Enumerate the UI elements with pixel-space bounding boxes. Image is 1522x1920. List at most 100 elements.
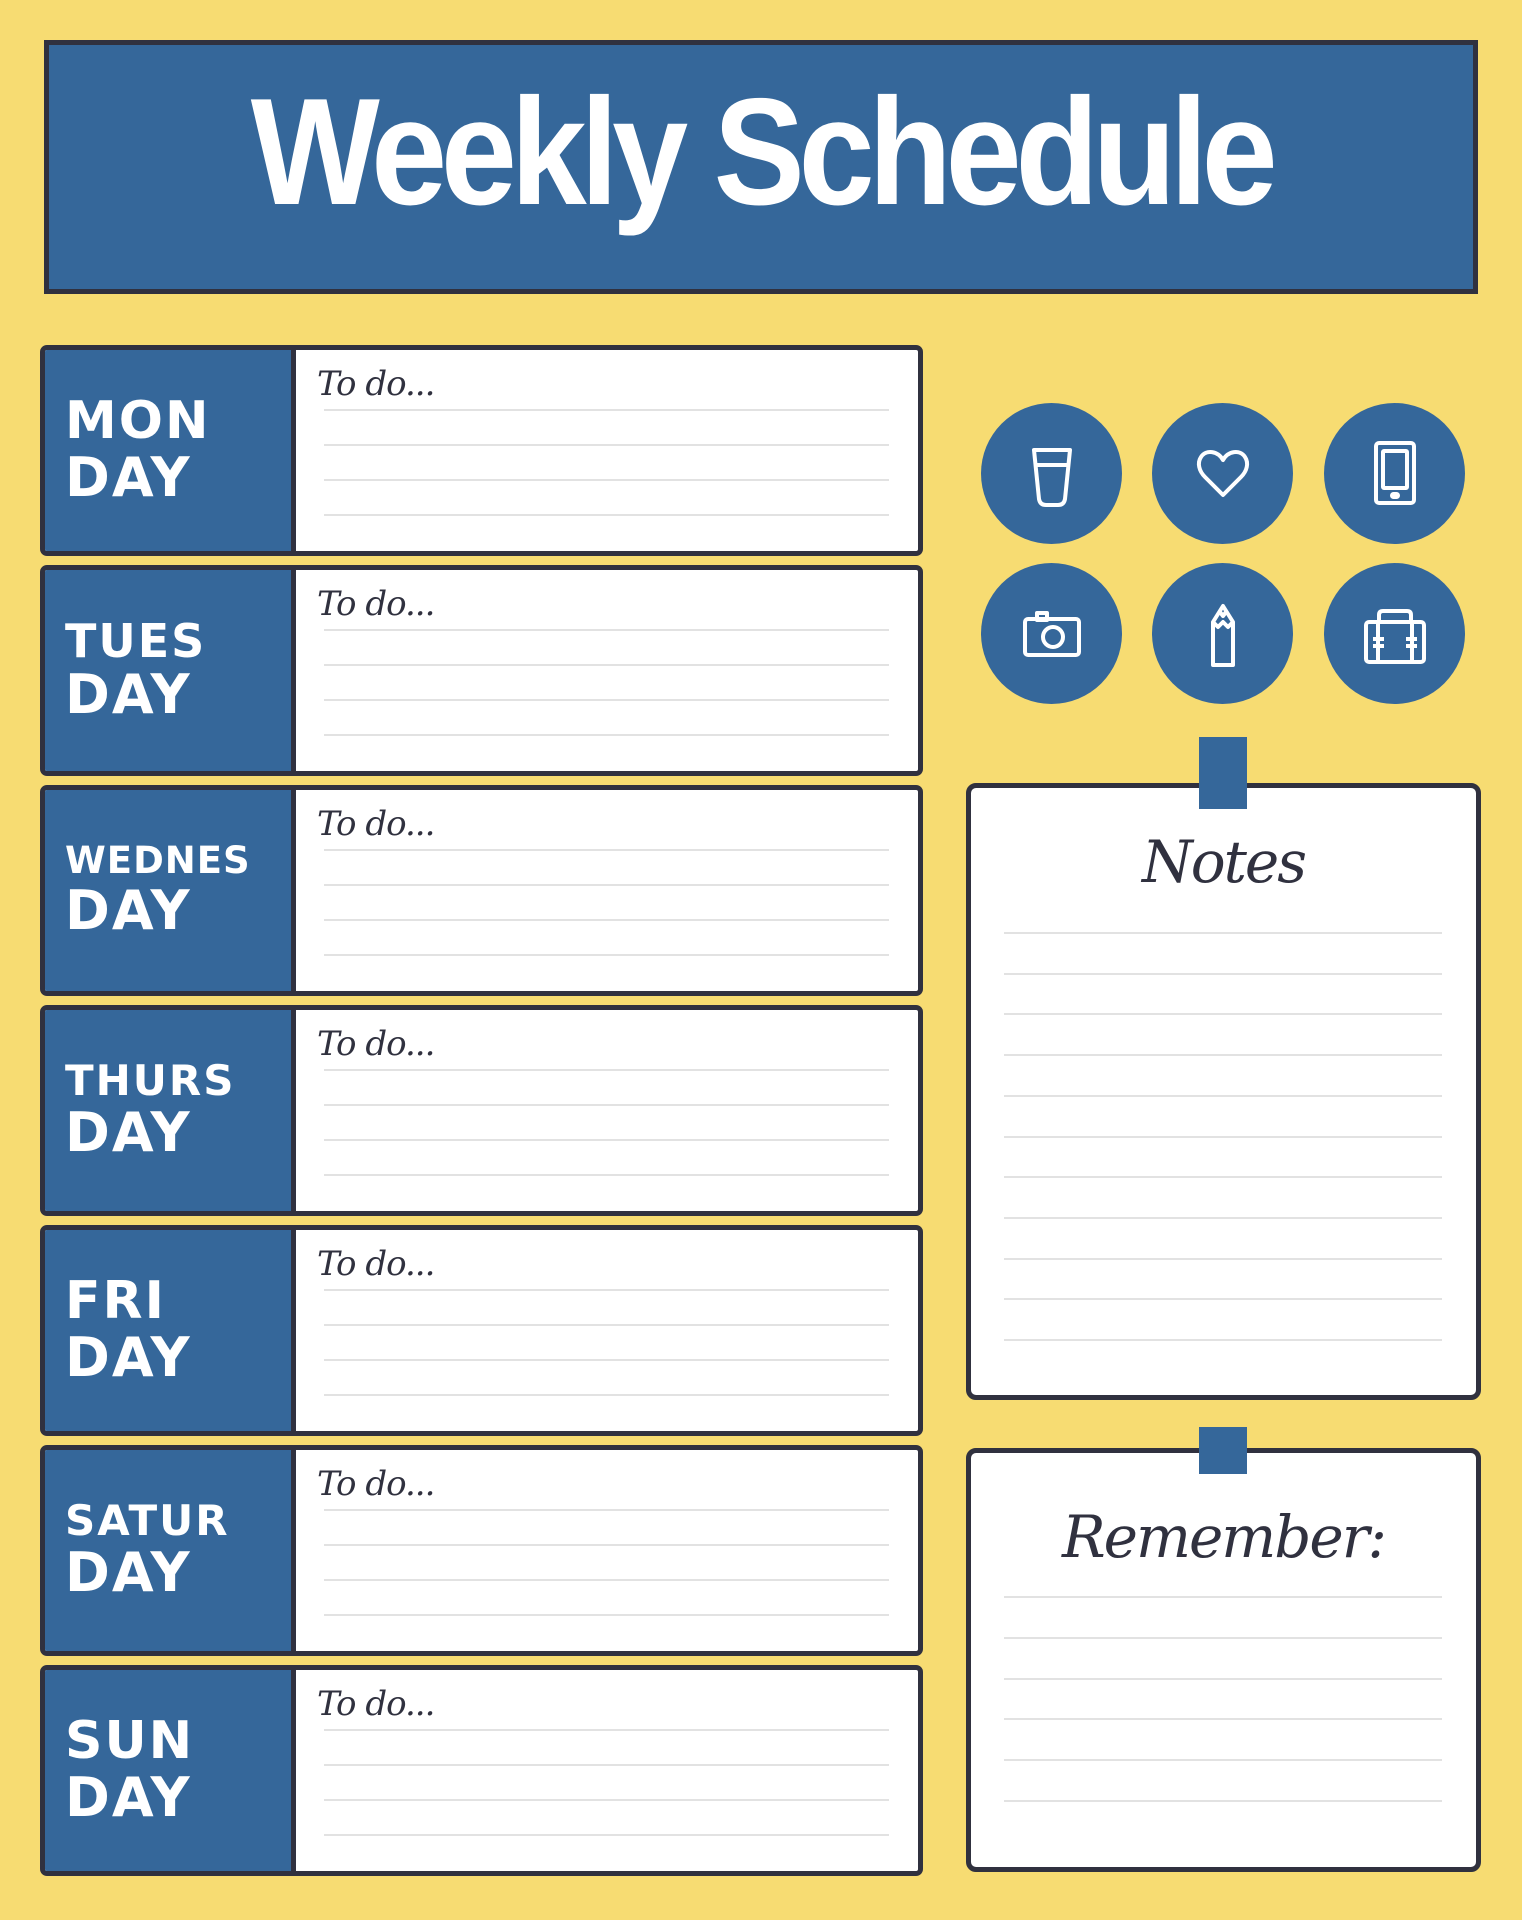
todo-label: To do... (317, 364, 435, 404)
todo-line (324, 884, 889, 886)
todo-line (324, 1069, 889, 1071)
day-label: SUN DAY (45, 1670, 296, 1871)
day-card: SATUR DAY To do... (40, 1445, 923, 1656)
todo-line (324, 1139, 889, 1141)
day-label: TUES DAY (45, 570, 296, 771)
todo-line (324, 1579, 889, 1581)
camera-icon-circle (981, 563, 1122, 704)
writing-line (1004, 1596, 1442, 1598)
todo-line (324, 629, 889, 631)
day-name-suffix: DAY (65, 1541, 192, 1605)
todo-line (324, 1359, 889, 1361)
todo-line (324, 734, 889, 736)
writing-line (1004, 972, 1442, 975)
day-card: MON DAY To do... (40, 345, 923, 556)
writing-line (1004, 1135, 1442, 1138)
writing-line (1004, 1176, 1442, 1179)
todo-area[interactable]: To do... (296, 1670, 918, 1871)
pencil-icon-circle (1152, 563, 1293, 704)
day-label: FRI DAY (45, 1230, 296, 1431)
day-label: MON DAY (45, 350, 296, 551)
todo-line (324, 849, 889, 851)
todo-line (324, 699, 889, 701)
todo-line (324, 1764, 889, 1766)
day-card: FRI DAY To do... (40, 1225, 923, 1436)
todo-line (324, 1799, 889, 1801)
day-name-suffix: DAY (65, 446, 192, 510)
todo-line (324, 1289, 889, 1291)
todo-label: To do... (317, 584, 435, 624)
notes-panel: Notes (966, 783, 1481, 1400)
todo-label: To do... (317, 804, 435, 844)
writing-line (1004, 1257, 1442, 1260)
day-name-prefix: TUES (65, 614, 207, 668)
todo-line (324, 444, 889, 446)
writing-line (1004, 1677, 1442, 1680)
day-name-prefix: FRI (65, 1270, 166, 1331)
todo-line (324, 919, 889, 921)
todo-line (324, 664, 889, 666)
notes-title: Notes (1141, 828, 1307, 896)
todo-area[interactable]: To do... (296, 790, 918, 991)
todo-line (324, 1324, 889, 1326)
todo-label: To do... (317, 1244, 435, 1284)
remember-panel: Remember: (966, 1448, 1481, 1872)
day-label: SATUR DAY (45, 1450, 296, 1651)
day-name-prefix: WEDNES (65, 838, 251, 882)
page-title: Weekly Schedule (250, 67, 1278, 237)
todo-line (324, 1104, 889, 1106)
heart-icon-circle (1152, 403, 1293, 544)
writing-line (1004, 1759, 1442, 1762)
briefcase-icon (1363, 608, 1426, 664)
writing-line (1004, 1216, 1442, 1219)
remember-title: Remember: (1061, 1503, 1387, 1571)
writing-line (1004, 1054, 1442, 1057)
writing-line (1004, 1800, 1442, 1802)
writing-line (1004, 1094, 1442, 1097)
title-banner: Weekly Schedule (44, 40, 1478, 294)
todo-line (324, 1544, 889, 1546)
day-card: TUES DAY To do... (40, 565, 923, 776)
briefcase-icon-circle (1324, 563, 1465, 704)
day-name-prefix: SATUR (65, 1496, 230, 1546)
day-name-suffix: DAY (65, 878, 192, 942)
todo-area[interactable]: To do... (296, 1230, 918, 1431)
todo-line (324, 409, 889, 411)
day-label: WEDNES DAY (45, 790, 296, 991)
notes-tab (1199, 737, 1247, 809)
day-card: WEDNES DAY To do... (40, 785, 923, 996)
day-name-suffix: DAY (65, 1766, 192, 1830)
heart-icon (1196, 449, 1249, 497)
day-name-prefix: THURS (65, 1056, 236, 1106)
writing-line (1004, 1718, 1442, 1721)
writing-line (1004, 1013, 1442, 1016)
todo-line (324, 514, 889, 516)
todo-line (324, 1174, 889, 1176)
todo-line (324, 1394, 889, 1396)
todo-area[interactable]: To do... (296, 1010, 918, 1211)
day-label: THURS DAY (45, 1010, 296, 1211)
todo-line (324, 1729, 889, 1731)
todo-line (324, 479, 889, 481)
todo-label: To do... (317, 1464, 435, 1504)
todo-area[interactable]: To do... (296, 350, 918, 551)
todo-line (324, 1509, 889, 1511)
todo-label: To do... (317, 1684, 435, 1724)
camera-icon (1022, 610, 1081, 657)
tablet-icon-circle (1324, 403, 1465, 544)
day-name-prefix: MON (65, 390, 211, 451)
writing-line (1004, 1636, 1442, 1639)
day-name-suffix: DAY (65, 1326, 192, 1390)
todo-line (324, 954, 889, 956)
day-card: THURS DAY To do... (40, 1005, 923, 1216)
tablet-icon (1373, 440, 1416, 505)
day-name-suffix: DAY (65, 663, 192, 727)
todo-area[interactable]: To do... (296, 1450, 918, 1651)
writing-line (1004, 1298, 1442, 1301)
writing-line (1004, 932, 1442, 934)
day-card: SUN DAY To do... (40, 1665, 923, 1876)
todo-area[interactable]: To do... (296, 570, 918, 771)
todo-line (324, 1834, 889, 1836)
pencil-icon (1210, 603, 1235, 667)
day-name-prefix: SUN (65, 1710, 195, 1771)
